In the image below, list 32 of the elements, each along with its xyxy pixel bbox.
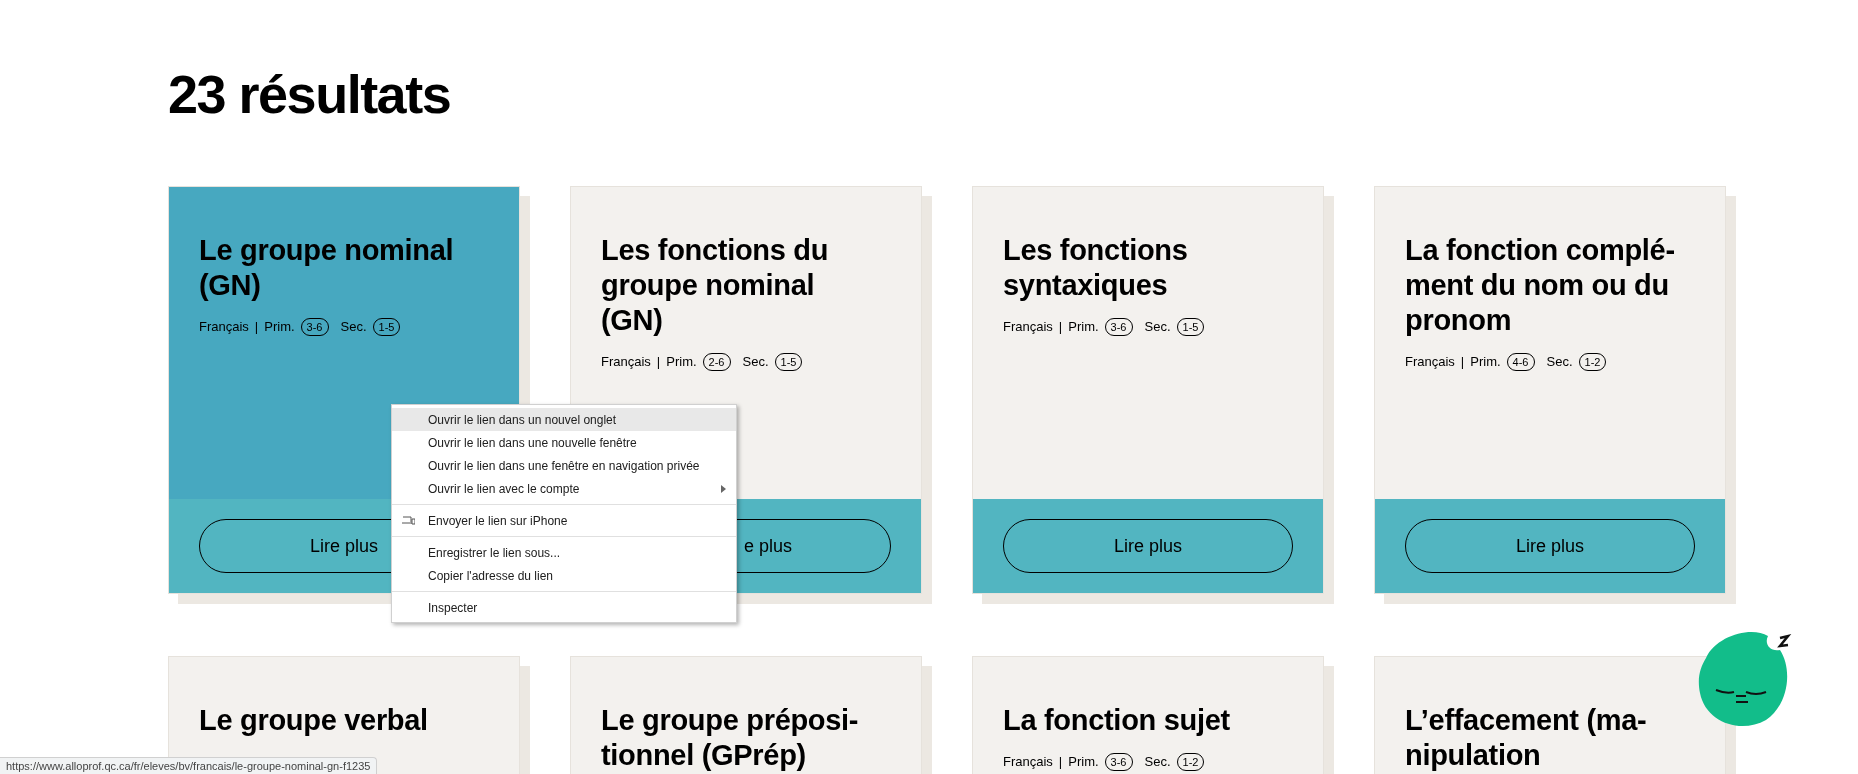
- separator-mark: |: [254, 318, 259, 336]
- results-heading: 23 résultats: [168, 63, 452, 126]
- level-label: Prim.: [1068, 318, 1099, 336]
- level-label: Sec.: [1546, 353, 1573, 371]
- card-title: La fonction complé- ment du nom ou du pronom: [1405, 233, 1676, 338]
- level-label: Sec.: [1144, 318, 1171, 336]
- subject-label: Français: [1003, 318, 1053, 336]
- card-title: Le groupe nominal (GN): [199, 233, 455, 303]
- level-label: Prim.: [1470, 353, 1501, 371]
- level-label: Sec.: [340, 318, 367, 336]
- card-title: La fonction sujet: [1003, 703, 1231, 738]
- card-title: Le groupe verbal: [199, 703, 429, 738]
- status-bar: https://www.alloprof.qc.ca/fr/eleves/bv/francais/le-groupe-nominal-gn-f1235: [0, 757, 378, 774]
- separator-mark: |: [1460, 353, 1465, 371]
- subject-label: Français: [1405, 353, 1455, 371]
- level-label: Prim.: [264, 318, 295, 336]
- card-title: Les fonctions du groupe nominal (GN): [601, 233, 830, 338]
- menu-item[interactable]: Ouvrir le lien dans un nouvel onglet: [392, 408, 736, 431]
- subject-label: Français: [199, 318, 249, 336]
- card-title: Le groupe préposi- tionnel (GPrép): [601, 703, 860, 773]
- separator-mark: |: [1058, 318, 1063, 336]
- card-title: Les fonctions syntaxiques: [1003, 233, 1189, 303]
- separator-mark: |: [656, 353, 661, 371]
- level-label: Prim.: [666, 353, 697, 371]
- subject-label: Français: [1003, 753, 1053, 771]
- separator-mark: |: [1058, 753, 1063, 771]
- subject-label: Français: [601, 353, 651, 371]
- level-label: Sec.: [742, 353, 769, 371]
- level-label: Sec.: [1144, 753, 1171, 771]
- level-label: Prim.: [1068, 753, 1099, 771]
- menu-item[interactable]: Inspecter: [392, 596, 736, 619]
- card-title: L’effacement (ma- nipulation: [1405, 703, 1648, 773]
